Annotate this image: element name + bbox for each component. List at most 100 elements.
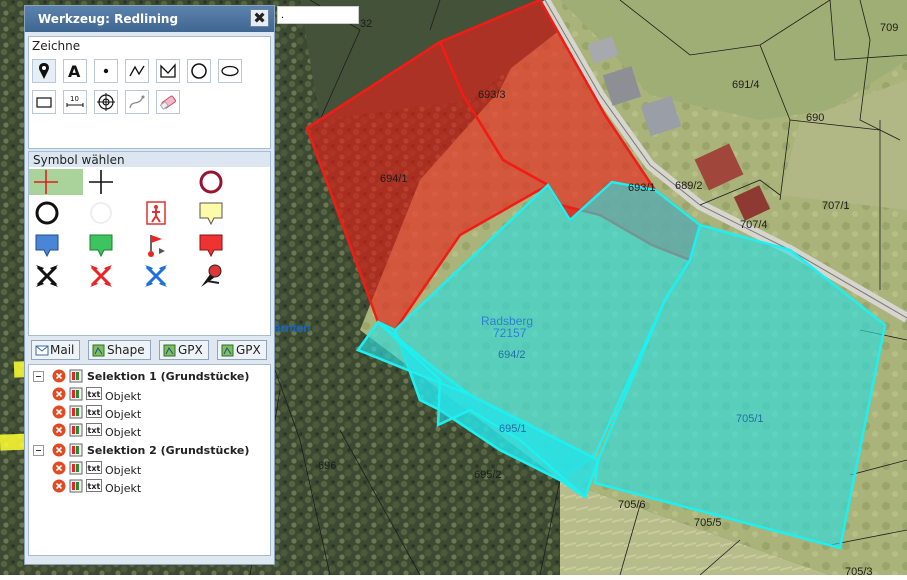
- text-icon: A: [68, 62, 81, 80]
- parcel-label: 691/4: [732, 79, 760, 91]
- parcel-label: 705/5: [694, 517, 722, 529]
- layer-color-icon[interactable]: [69, 405, 83, 419]
- item-label: Objekt: [105, 390, 142, 403]
- symbol-red-arrows[interactable]: [86, 263, 114, 289]
- rectangle-tool-button[interactable]: [32, 90, 56, 114]
- symbol-yellow-marker[interactable]: [196, 200, 224, 226]
- layer-color-icon[interactable]: [69, 369, 83, 383]
- tree-group[interactable]: Selektion 2 (Grundstücke): [31, 442, 269, 460]
- mail-icon: [35, 345, 49, 356]
- dot-icon: [103, 68, 109, 74]
- pointer-icon: [201, 264, 222, 287]
- close-button[interactable]: ✖: [250, 9, 269, 27]
- layer-color-icon[interactable]: [69, 423, 83, 437]
- eraser-tool-button[interactable]: [156, 90, 180, 114]
- txt-icon[interactable]: txt: [86, 423, 102, 437]
- symbol-grey-ring[interactable]: [86, 200, 114, 226]
- parcel-label: 695/2: [474, 469, 502, 481]
- text-tool-button[interactable]: A: [63, 59, 87, 83]
- parcel-label: 696: [318, 460, 336, 472]
- tree-group[interactable]: Selektion 1 (Grundstücke): [31, 368, 269, 386]
- symbol-black-cross[interactable]: [86, 169, 114, 195]
- panel-title: Werkzeug: Redlining: [38, 12, 179, 26]
- symbol-darkred-ring[interactable]: [196, 169, 224, 195]
- svg-text:txt: txt: [88, 426, 101, 435]
- target-tool-button[interactable]: [94, 90, 118, 114]
- place-code: 72157: [493, 326, 527, 340]
- eraser-icon: [159, 95, 176, 110]
- symbol-blue-marker[interactable]: [32, 232, 60, 258]
- pin-icon: [39, 63, 49, 79]
- polygon-tool-button[interactable]: [156, 59, 180, 83]
- point-tool-button[interactable]: [94, 59, 118, 83]
- svg-text:txt: txt: [88, 390, 101, 399]
- tab-mail[interactable]: Mail: [31, 340, 80, 360]
- delete-icon[interactable]: [52, 423, 66, 437]
- collapse-icon[interactable]: [33, 371, 45, 383]
- item-label: Objekt: [105, 408, 142, 421]
- line-tool-button[interactable]: [125, 59, 149, 83]
- symbol-pointer[interactable]: [196, 263, 224, 289]
- tree-item[interactable]: txt Objekt: [31, 386, 269, 404]
- symbol-empty[interactable]: [141, 169, 169, 195]
- measure-tool-button[interactable]: 10: [63, 90, 87, 114]
- layer-color-icon[interactable]: [69, 461, 83, 475]
- symbol-red-flag[interactable]: [141, 232, 169, 258]
- black-arrows-icon: [36, 265, 58, 287]
- search-input[interactable]: .: [277, 6, 359, 24]
- parcel-label: 32: [360, 18, 372, 30]
- delete-icon[interactable]: [52, 479, 66, 493]
- symbol-blue-arrows[interactable]: [141, 263, 169, 289]
- rectangle-icon: [36, 97, 52, 108]
- region-label: ärnten: [274, 321, 311, 335]
- symbol-red-cross[interactable]: [29, 169, 83, 195]
- tree-item[interactable]: txt Objekt: [31, 478, 269, 496]
- layer-color-icon[interactable]: [69, 479, 83, 493]
- txt-icon[interactable]: txt: [86, 479, 102, 493]
- parcel-label: 709: [880, 22, 898, 34]
- delete-icon[interactable]: [52, 387, 66, 401]
- ellipse-tool-button[interactable]: [218, 59, 242, 83]
- tree-item[interactable]: txt Objekt: [31, 404, 269, 422]
- parcel-label: 693/3: [478, 89, 506, 101]
- delete-icon[interactable]: [52, 461, 66, 475]
- symbol-red-marker[interactable]: [196, 232, 224, 258]
- symbol-black-ring[interactable]: [32, 200, 60, 226]
- pedestrian-sign-icon: [146, 201, 166, 225]
- panel-titlebar[interactable]: Werkzeug: Redlining ✖: [25, 6, 274, 32]
- redlining-panel: Werkzeug: Redlining ✖ Zeichne A 10 Symbo…: [24, 5, 275, 565]
- red-arrows-icon: [90, 265, 112, 287]
- delete-icon[interactable]: [52, 405, 66, 419]
- tab-gpx-1[interactable]: GPX: [159, 340, 209, 360]
- delete-icon[interactable]: [52, 369, 66, 383]
- txt-icon[interactable]: txt: [86, 461, 102, 475]
- collapse-icon[interactable]: [33, 445, 45, 457]
- symbol-pedestrian-sign[interactable]: [141, 200, 169, 226]
- tree-item[interactable]: txt Objekt: [31, 460, 269, 478]
- red-flag-icon: [148, 235, 165, 257]
- tab-label: GPX: [178, 343, 203, 357]
- curve-tool-button[interactable]: [125, 90, 149, 114]
- circle-icon: [191, 63, 207, 79]
- txt-icon[interactable]: txt: [86, 387, 102, 401]
- tab-label: Mail: [50, 343, 75, 357]
- tab-shape[interactable]: Shape: [88, 340, 151, 360]
- tab-label: GPX: [236, 343, 261, 357]
- green-marker-icon: [89, 234, 113, 258]
- layer-color-icon[interactable]: [69, 387, 83, 401]
- symbol-black-arrows[interactable]: [32, 263, 60, 289]
- parcel-label: 705/3: [845, 566, 873, 575]
- delete-icon[interactable]: [52, 443, 66, 457]
- circle-tool-button[interactable]: [187, 59, 211, 83]
- export-tabs: Mail Shape GPX GPX: [28, 340, 271, 362]
- parcel-label: 705/6: [618, 499, 646, 511]
- pin-tool-button[interactable]: [32, 59, 56, 83]
- tab-gpx-2[interactable]: GPX: [217, 340, 267, 360]
- parcel-label: 705/1: [736, 413, 764, 425]
- symbol-green-marker[interactable]: [86, 232, 114, 258]
- grey-ring-icon: [90, 202, 112, 224]
- txt-icon[interactable]: txt: [86, 405, 102, 419]
- tree-item[interactable]: txt Objekt: [31, 422, 269, 440]
- group-label: Selektion 2 (Grundstücke): [87, 444, 250, 457]
- layer-color-icon[interactable]: [69, 443, 83, 457]
